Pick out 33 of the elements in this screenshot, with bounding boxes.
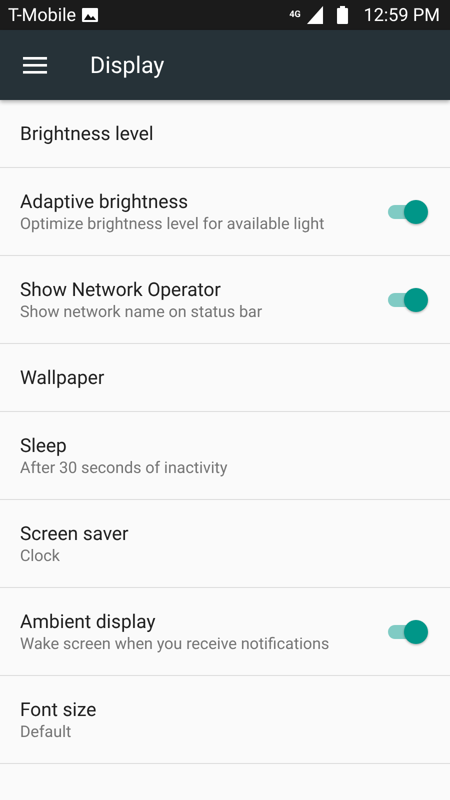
signal-icon xyxy=(306,6,323,24)
setting-title: Adaptive brightness xyxy=(20,189,190,214)
setting-summary: Show network name on status bar xyxy=(20,302,264,322)
battery-icon xyxy=(336,6,348,24)
clock: 12:59 PM xyxy=(364,4,440,26)
screen-title: Display xyxy=(90,52,164,78)
settings-item[interactable]: Ambient display Wake screen when you receive notifications xyxy=(0,588,450,676)
carrier-name: T-Mobile xyxy=(8,4,76,26)
setting-title: Wallpaper xyxy=(20,365,106,390)
image-icon xyxy=(82,8,98,22)
setting-summary: After 30 seconds of inactivity xyxy=(20,458,228,478)
setting-title: Screen saver xyxy=(20,521,130,546)
settings-item[interactable]: Show Network Operator Show network name on status bar xyxy=(0,256,450,344)
setting-summary: Clock xyxy=(20,546,61,566)
setting-title: Ambient display xyxy=(20,609,156,634)
setting-title: Show Network Operator xyxy=(20,277,222,302)
setting-summary: Wake screen when you receive notifications xyxy=(20,634,330,654)
setting-title: Font size xyxy=(20,697,98,722)
toggle-switch[interactable] xyxy=(386,200,426,224)
toggle-switch[interactable] xyxy=(386,620,426,644)
setting-summary: Optimize brightness level for available light xyxy=(20,214,326,234)
network-type: 4G xyxy=(289,10,301,20)
settings-item[interactable]: Screen saver Clock xyxy=(0,500,450,588)
setting-summary: Default xyxy=(20,722,72,742)
settings-item[interactable]: Sleep After 30 seconds of inactivity xyxy=(0,412,450,500)
settings-item[interactable]: Wallpaper xyxy=(0,344,450,412)
menu-icon[interactable] xyxy=(23,56,47,74)
setting-title: Sleep xyxy=(20,433,68,458)
settings-item[interactable]: Adaptive brightness Optimize brightness level for available light xyxy=(0,168,450,256)
settings-item[interactable]: Brightness level xyxy=(0,100,450,168)
setting-title: Brightness level xyxy=(20,121,154,146)
toggle-switch[interactable] xyxy=(386,288,426,312)
settings-item[interactable]: Font size Default xyxy=(0,676,450,764)
